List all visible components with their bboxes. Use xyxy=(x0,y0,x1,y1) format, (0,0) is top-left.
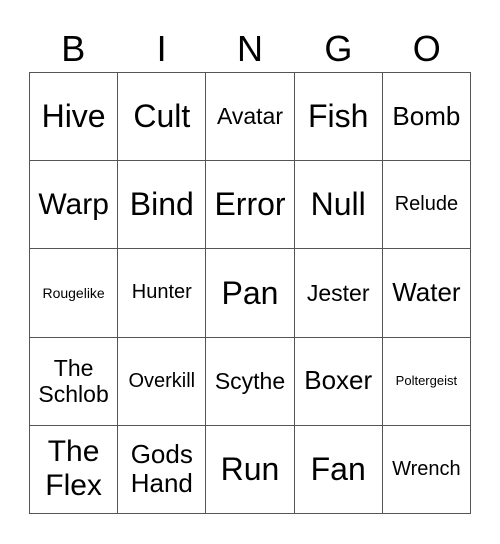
bingo-cell: Avatar xyxy=(206,73,295,162)
bingo-cell: Run xyxy=(206,425,295,514)
bingo-cell: Cult xyxy=(118,73,207,162)
bingo-cell: Fish xyxy=(294,73,383,162)
bingo-cell: The Schlob xyxy=(30,337,119,426)
bingo-card-grid: Hive Cult Avatar Fish Bomb Warp Bind Err… xyxy=(29,72,471,514)
bingo-cell: Wrench xyxy=(382,425,471,514)
bingo-cell: Poltergeist xyxy=(382,337,471,426)
bingo-cell: Fan xyxy=(294,425,383,514)
bingo-header: B I N G O xyxy=(29,26,471,72)
bingo-cell: Relude xyxy=(382,161,471,250)
bingo-cell: Scythe xyxy=(206,337,295,426)
bingo-cell: Null xyxy=(294,161,383,250)
bingo-cell: Water xyxy=(382,249,471,338)
header-letter-o: O xyxy=(412,28,441,69)
bingo-cell: Bind xyxy=(118,161,207,250)
bingo-cell: Hunter xyxy=(118,249,207,338)
bingo-cell: Overkill xyxy=(118,337,207,426)
bingo-cell: Hive xyxy=(30,73,119,162)
header-letter-n: N xyxy=(236,28,263,69)
bingo-cell: Rougelike xyxy=(30,249,119,338)
bingo-cell: Pan xyxy=(206,249,295,338)
bingo-cell: Bomb xyxy=(382,73,471,162)
bingo-cell: Error xyxy=(206,161,295,250)
header-letter-g: G xyxy=(324,28,353,69)
bingo-cell: The Flex xyxy=(30,425,119,514)
header-letter-i: I xyxy=(156,28,167,69)
bingo-cell: Jester xyxy=(294,249,383,338)
bingo-cell: Gods Hand xyxy=(118,425,207,514)
bingo-cell: Warp xyxy=(30,161,119,250)
bingo-cell: Boxer xyxy=(294,337,383,426)
header-letter-b: B xyxy=(61,28,86,69)
